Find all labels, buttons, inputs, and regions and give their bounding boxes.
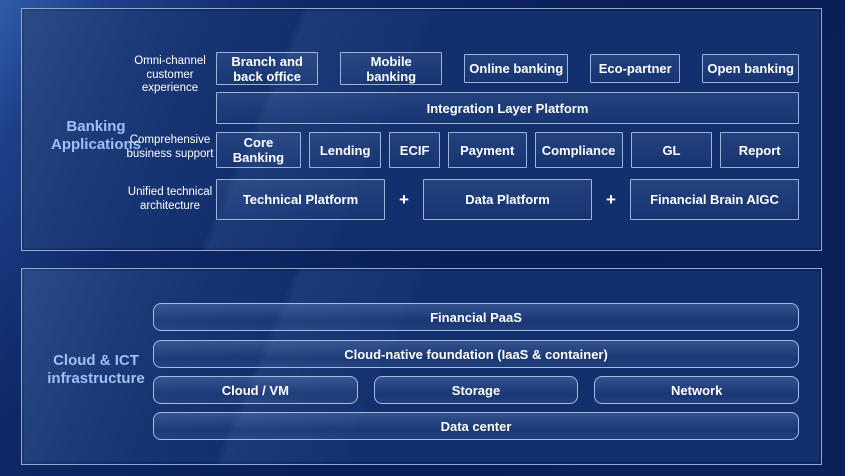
box-cloud-native-foundation: Cloud-native foundation (IaaS & containe… (153, 340, 799, 368)
technical-architecture-label: Unified technical architecture (122, 186, 218, 213)
plus-sign: + (385, 179, 423, 220)
box-eco-partner: Eco-partner (590, 54, 680, 83)
box-core-banking: Core Banking (216, 132, 301, 168)
box-storage: Storage (374, 376, 579, 404)
box-online-banking: Online banking (464, 54, 568, 83)
business-support-row: Core Banking Lending ECIF Payment Compli… (216, 132, 799, 168)
box-branch-back-office: Branch and back office (216, 52, 318, 85)
cloud-content: Financial PaaS Cloud-native foundation (… (153, 303, 799, 448)
plus-sign: + (592, 179, 630, 220)
box-open-banking: Open banking (702, 54, 799, 83)
box-cloud-vm: Cloud / VM (153, 376, 358, 404)
foundation-row: Cloud-native foundation (IaaS & containe… (153, 340, 799, 368)
box-financial-paas: Financial PaaS (153, 303, 799, 331)
banking-applications-panel: Banking Applications Omni-channel custom… (21, 8, 822, 251)
cloud-ict-panel: Cloud & ICT infrastructure Financial Paa… (21, 268, 822, 465)
business-support-label: Comprehensive business support (122, 134, 218, 161)
box-mobile-banking: Mobile banking (340, 52, 442, 85)
infra-row: Cloud / VM Storage Network (153, 376, 799, 404)
omni-channel-label: Omni-channel customer experience (122, 55, 218, 96)
box-payment: Payment (448, 132, 527, 168)
box-network: Network (594, 376, 799, 404)
banking-content: Branch and back office Mobile banking On… (216, 52, 799, 220)
cloud-ict-label: Cloud & ICT infrastructure (39, 352, 153, 388)
box-integration-layer-platform: Integration Layer Platform (216, 92, 799, 124)
architecture-diagram: Banking Applications Omni-channel custom… (0, 0, 845, 476)
paas-row: Financial PaaS (153, 303, 799, 331)
platform-row: Technical Platform + Data Platform + Fin… (216, 179, 799, 220)
box-gl: GL (631, 132, 713, 168)
box-compliance: Compliance (535, 132, 623, 168)
box-data-center: Data center (153, 412, 799, 440)
integration-row: Integration Layer Platform (216, 92, 799, 124)
box-data-platform: Data Platform (423, 179, 592, 220)
box-lending: Lending (309, 132, 381, 168)
box-ecif: ECIF (389, 132, 440, 168)
channel-row: Branch and back office Mobile banking On… (216, 52, 799, 85)
box-financial-brain-aigc: Financial Brain AIGC (630, 179, 799, 220)
box-technical-platform: Technical Platform (216, 179, 385, 220)
box-report: Report (720, 132, 799, 168)
datacenter-row: Data center (153, 412, 799, 440)
